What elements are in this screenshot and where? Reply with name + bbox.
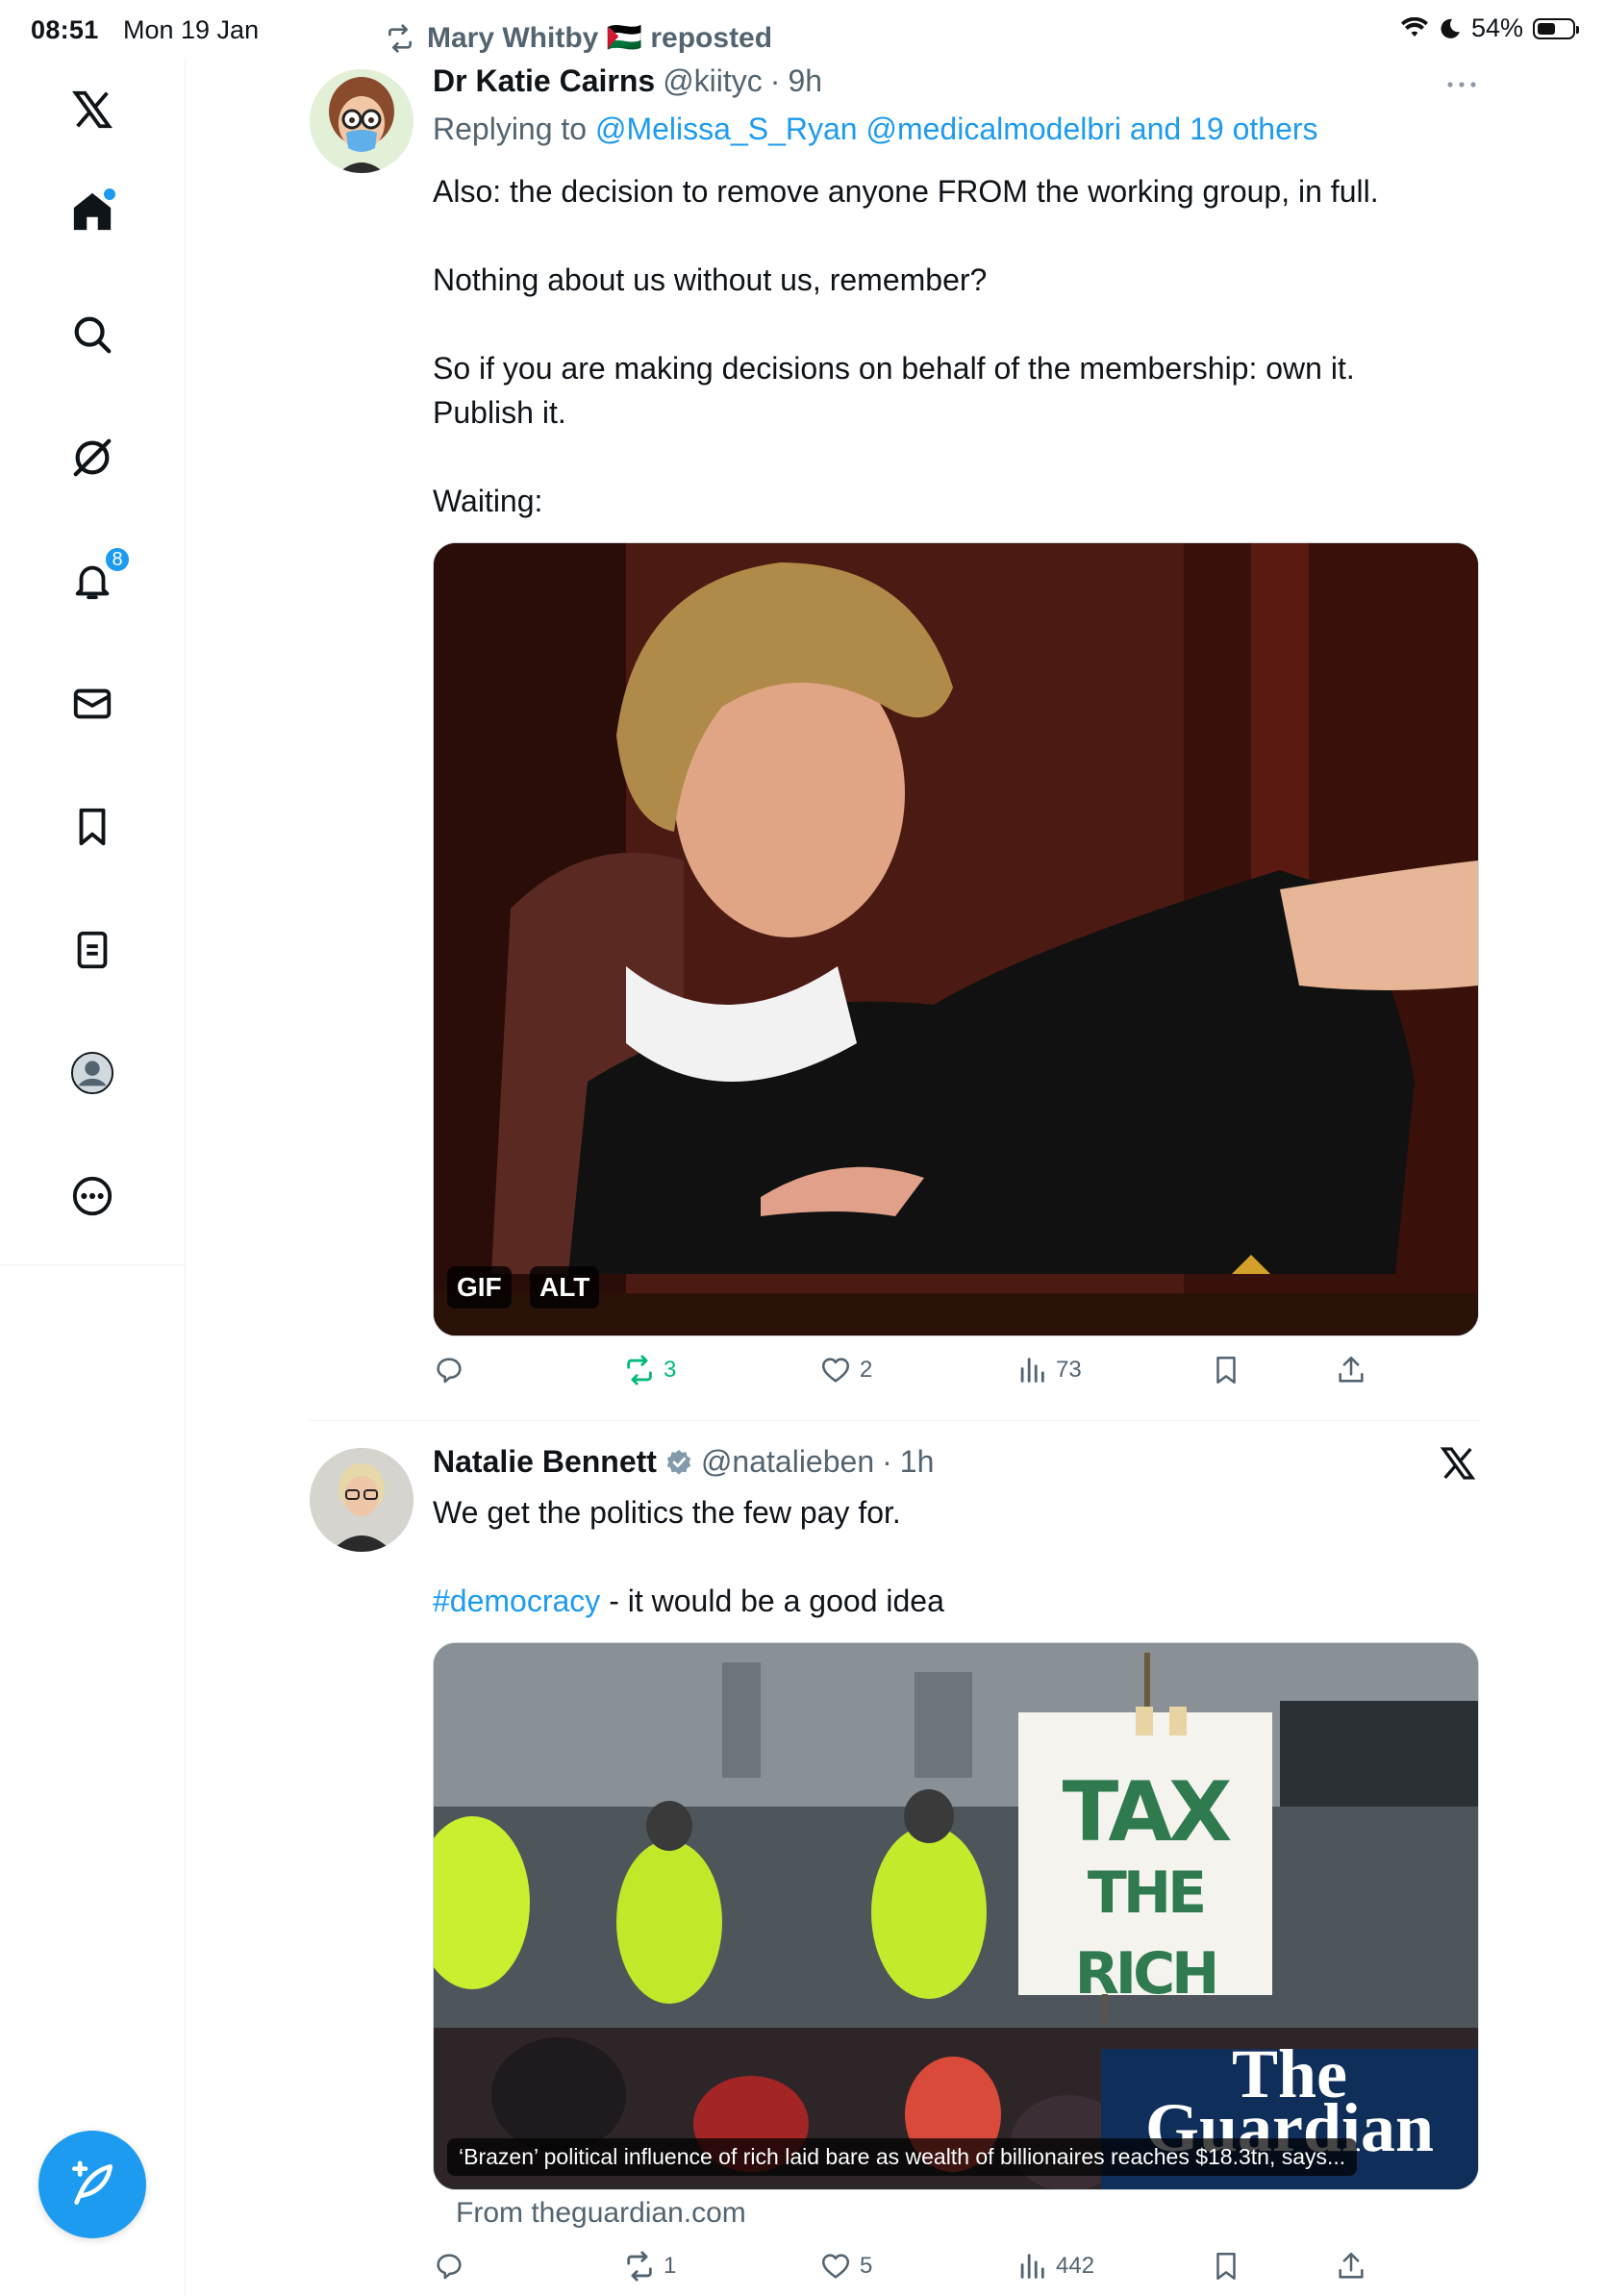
post-time[interactable]: 1h (900, 1444, 935, 1480)
sign-line: THE RICH (1074, 1859, 1220, 2008)
bookmark-icon[interactable] (67, 802, 117, 852)
battery-fill (1538, 22, 1555, 35)
status-time: 08:51 (31, 15, 99, 44)
repost-icon (627, 2251, 652, 2282)
bookmark-button[interactable] (1210, 2250, 1242, 2283)
reply-icon (437, 2254, 462, 2280)
tweet2-actions: 1 5 442 (433, 2250, 1481, 2294)
share-button[interactable] (1335, 1354, 1367, 1386)
hashtag-link[interactable]: #democracy (433, 1584, 600, 1618)
profile-photo (310, 1448, 414, 1552)
sidebar-nav: 8 (0, 58, 186, 1265)
author-handle[interactable]: @natalieben (701, 1444, 874, 1480)
moon-icon (1441, 18, 1460, 38)
share-button[interactable] (1335, 2250, 1367, 2283)
reply-button[interactable] (433, 2250, 473, 2283)
separator-dot: · (769, 63, 781, 98)
link-card[interactable]: TAX THE RICH The Guardian ‘Brazen’ polit… (433, 1642, 1479, 2190)
lists-icon[interactable] (67, 925, 117, 975)
compose-button[interactable] (38, 2131, 146, 2238)
home-new-dot (102, 187, 117, 202)
post-time[interactable]: 9h (788, 63, 822, 99)
tweet-line: #democracy - it would be a good idea (433, 1579, 944, 1623)
verified-badge-icon (666, 1449, 691, 1475)
more-options-icon[interactable] (1442, 69, 1481, 98)
reply-button[interactable] (433, 1354, 473, 1386)
gif-media[interactable]: GIF ALT (433, 542, 1479, 1336)
status-bar: 08:51 Mon 19 Jan 54% (0, 0, 1604, 58)
repost-count: 3 (664, 1357, 677, 1383)
separator-dot: · (882, 1444, 892, 1479)
views-icon (1020, 2254, 1044, 2279)
author-name[interactable]: Dr Katie Cairns (433, 63, 655, 99)
battery-icon (1533, 17, 1579, 39)
replying-to-users[interactable]: @Melissa_S_Ryan @medicalmodelbri and 19 … (595, 112, 1318, 146)
tweet-paragraph: So if you are making decisions on behalf… (433, 351, 1355, 430)
notifications-badge: 8 (104, 546, 131, 573)
link-card-title: ‘Brazen’ political influence of rich lai… (447, 2138, 1358, 2176)
share-icon (1339, 2252, 1364, 2279)
home-icon[interactable] (67, 187, 117, 237)
grok-icon[interactable] (67, 433, 117, 483)
author-avatar[interactable] (310, 1448, 414, 1552)
replying-to-line: Replying to @Melissa_S_Ryan @medicalmode… (433, 112, 1318, 147)
repost-count: 1 (664, 2253, 677, 2279)
tweet-paragraph: Also: the decision to remove anyone FROM… (433, 174, 1379, 209)
like-count: 2 (860, 1357, 873, 1383)
author-handle[interactable]: @kiityc (663, 63, 763, 99)
heart-icon (821, 2254, 850, 2279)
gif-badge: GIF (447, 1266, 512, 1309)
sign-text: TAX THE RICH (1018, 1764, 1272, 2014)
x-logo-icon[interactable] (67, 85, 117, 135)
tweet-paragraph: Nothing about us without us, remember? (433, 262, 988, 297)
replying-prefix: Replying to (433, 112, 588, 146)
bell-icon[interactable]: 8 (67, 546, 131, 606)
compose-feather-icon (72, 2160, 113, 2205)
author-line: Dr Katie Cairns @kiityc · 9h (433, 63, 822, 99)
search-icon[interactable] (67, 310, 117, 360)
status-date: Mon 19 Jan (123, 15, 260, 44)
repost-label: Mary Whitby 🇵🇸 reposted (427, 22, 773, 54)
alt-badge[interactable]: ALT (530, 1266, 600, 1309)
bookmark-icon (1216, 1356, 1236, 1385)
gif-image (434, 543, 1478, 1335)
tweet-line: We get the politics the few pay for. (433, 1495, 901, 1530)
views-icon (1020, 1358, 1044, 1383)
more-icon[interactable] (67, 1171, 117, 1221)
reply-icon (437, 1358, 462, 1384)
like-count: 5 (860, 2253, 873, 2279)
author-line: Natalie Bennett @natalieben · 1h (433, 1444, 934, 1480)
tweet1-actions: 3 2 73 (433, 1354, 1481, 1398)
link-source[interactable]: From theguardian.com (456, 2197, 746, 2230)
bookmark-icon (1216, 2252, 1236, 2281)
tweet-line-text: - it would be a good idea (600, 1584, 944, 1618)
tweet-separator (310, 1420, 1479, 1421)
views-button[interactable]: 73 (1015, 1354, 1082, 1386)
profile-icon[interactable] (67, 1048, 117, 1098)
repost-icon (627, 1355, 652, 1385)
sidebar-divider (185, 1264, 186, 2296)
mail-icon[interactable] (67, 679, 117, 729)
like-button[interactable]: 2 (819, 1354, 872, 1386)
bookmark-button[interactable] (1210, 1354, 1242, 1386)
sign-line: TAX (1062, 1764, 1233, 1860)
heart-icon (821, 1358, 850, 1383)
view-count: 73 (1056, 1357, 1082, 1383)
repost-header[interactable]: Mary Whitby 🇵🇸 reposted (385, 21, 772, 55)
like-button[interactable]: 5 (819, 2250, 872, 2283)
repost-icon (388, 23, 412, 53)
view-count: 442 (1056, 2253, 1095, 2279)
battery-percent: 54% (1470, 13, 1523, 42)
x-source-icon[interactable] (1439, 1444, 1477, 1483)
repost-button[interactable]: 1 (623, 2250, 676, 2283)
wifi-icon (1400, 16, 1428, 37)
tweet-paragraph: Waiting: (433, 484, 543, 518)
memoji-avatar-image (310, 69, 414, 173)
repost-button[interactable]: 3 (623, 1354, 676, 1386)
share-icon (1339, 1356, 1364, 1383)
author-avatar[interactable] (310, 69, 414, 173)
author-name[interactable]: Natalie Bennett (433, 1444, 657, 1480)
views-button[interactable]: 442 (1015, 2250, 1094, 2283)
status-indicators: 54% (1400, 13, 1579, 43)
